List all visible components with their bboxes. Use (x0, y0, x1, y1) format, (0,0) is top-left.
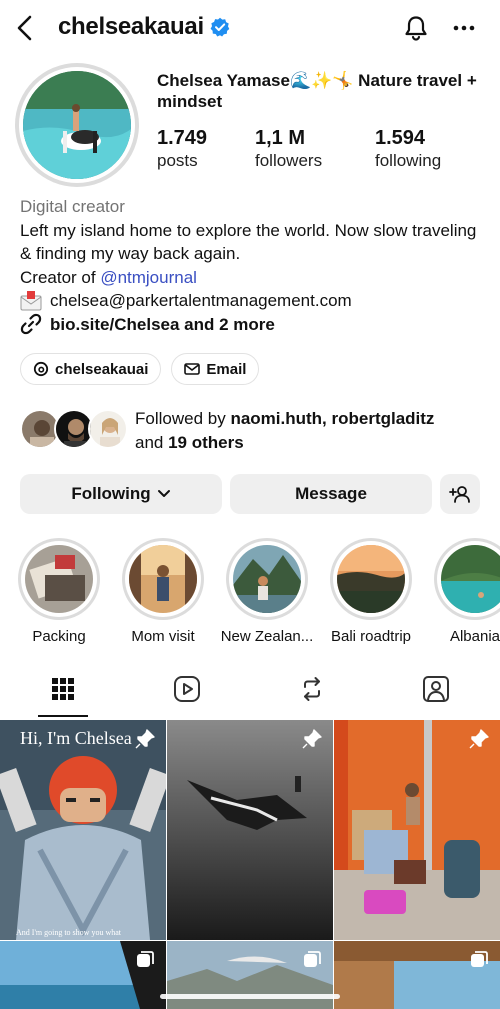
followed-by-and: and (135, 433, 169, 452)
message-button[interactable]: Message (230, 474, 432, 514)
more-icon[interactable] (450, 14, 478, 42)
posts-grid: Hi, I'm Chelsea And I'm going to show yo… (0, 720, 500, 1009)
post-caption-title: Hi, I'm Chelsea (20, 728, 132, 748)
highlight-mom-visit[interactable]: Mom visit (122, 538, 204, 645)
profile-stats: 1.749 posts 1,1 M followers 1.594 follow… (157, 126, 487, 176)
email-line: chelsea@parkertalentmanagement.com (20, 289, 490, 313)
following-label: following (375, 151, 442, 170)
post-tile[interactable] (167, 720, 333, 940)
reels-icon[interactable] (172, 674, 202, 704)
bio-text: Left my island home to explore the world… (20, 220, 477, 264)
profile-bio: Digital creator Left my island home to e… (20, 195, 490, 336)
following-button-label: Following (71, 484, 151, 503)
email-chip-label: Email (206, 360, 247, 378)
stat-followers[interactable]: 1,1 M followers (255, 126, 322, 172)
stat-following[interactable]: 1.594 following (375, 126, 441, 172)
posts-count: 1.749 (157, 127, 208, 149)
top-bar: chelseakauai (0, 0, 500, 56)
highlight-albania[interactable]: Albania (434, 538, 500, 645)
highlight-label: New Zealan... (220, 628, 314, 645)
carousel-icon (137, 951, 154, 967)
post-tile[interactable]: Hi, I'm Chelsea And I'm going to show yo… (0, 720, 166, 940)
bell-icon[interactable] (402, 14, 430, 42)
highlight-cover (441, 545, 500, 613)
pin-icon (302, 729, 322, 749)
link-icon (20, 314, 42, 335)
highlight-cover (233, 545, 301, 613)
followed-by-text: Followed by naomi.huth, robertgladitz an… (135, 407, 434, 455)
home-indicator (160, 994, 340, 999)
verified-icon (210, 17, 230, 37)
creator-prefix: Creator of (20, 267, 101, 287)
highlight-new-zealand[interactable]: New Zealan... (221, 538, 313, 645)
category-label: Digital creator (20, 197, 125, 216)
bio-link-text: bio.site/Chelsea and 2 more (50, 314, 275, 334)
carousel-icon (304, 951, 321, 967)
highlight-packing[interactable]: Packing (18, 538, 100, 645)
highlight-label: Packing (32, 628, 86, 645)
mail-icon (184, 363, 201, 375)
highlight-bali-roadtrip[interactable]: Bali roadtrip (330, 538, 412, 645)
posts-label: posts (157, 151, 198, 170)
active-tab-indicator (38, 715, 88, 717)
avatar-image (23, 71, 131, 179)
followers-label: followers (255, 151, 323, 170)
carousel-icon (471, 951, 488, 967)
grid-icon[interactable] (48, 674, 78, 704)
back-arrow-icon[interactable] (14, 14, 38, 42)
highlight-label: Mom visit (131, 628, 195, 645)
add-user-icon (449, 486, 470, 503)
suggested-users-button[interactable] (440, 474, 480, 514)
creator-handle-link[interactable]: @ntmjournal (100, 268, 197, 287)
threads-icon (33, 361, 49, 377)
chevron-down-icon (157, 490, 170, 497)
username: chelseakauai (58, 13, 204, 40)
highlight-cover (129, 545, 197, 613)
profile-full-name: Chelsea Yamase🌊✨🤸 Nature travel + mindse… (157, 71, 477, 111)
followed-by-others: 19 others (168, 433, 244, 452)
story-highlights: Packing Mom visit New Zealan... Bali roa… (0, 538, 500, 646)
post-tile[interactable] (334, 941, 500, 1009)
stat-posts[interactable]: 1.749 posts (157, 126, 207, 172)
reposts-icon[interactable] (297, 674, 327, 704)
following-count: 1.594 (375, 127, 426, 149)
email-text[interactable]: chelsea@parkertalentmanagement.com (50, 289, 352, 313)
followed-by-names: naomi.huth, robertgladitz (230, 409, 435, 428)
threads-chip-label: chelseakauai (55, 360, 149, 378)
profile-avatar[interactable] (15, 63, 139, 187)
post-tile[interactable] (0, 941, 166, 1009)
tagged-icon[interactable] (421, 674, 451, 704)
threads-chip[interactable]: chelseakauai (20, 353, 162, 385)
post-tile[interactable] (334, 720, 500, 940)
profile-chips: chelseakauai Email (20, 353, 260, 385)
followers-count: 1,1 M (255, 127, 306, 149)
followed-by[interactable]: Followed by naomi.huth, robertgladitz an… (20, 407, 490, 455)
highlight-cover (25, 545, 93, 613)
profile-tabs (0, 664, 500, 720)
mail-envelope-icon (20, 290, 42, 311)
highlight-label: Bali roadtrip (330, 628, 412, 645)
username-header[interactable]: chelseakauai (58, 13, 230, 41)
bio-link-row[interactable]: bio.site/Chelsea and 2 more (20, 313, 490, 337)
follower-avatar (88, 409, 128, 449)
message-button-label: Message (295, 484, 367, 503)
creator-line: Creator of @ntmjournal (20, 266, 490, 290)
pin-icon (469, 729, 489, 749)
post-caption-sub: And I'm going to show you what (16, 928, 121, 937)
highlight-label: Albania (449, 628, 500, 645)
pin-icon (135, 729, 155, 749)
followed-by-prefix: Followed by (135, 409, 231, 428)
following-button[interactable]: Following (20, 474, 222, 514)
highlight-cover (337, 545, 405, 613)
email-chip[interactable]: Email (171, 353, 260, 385)
